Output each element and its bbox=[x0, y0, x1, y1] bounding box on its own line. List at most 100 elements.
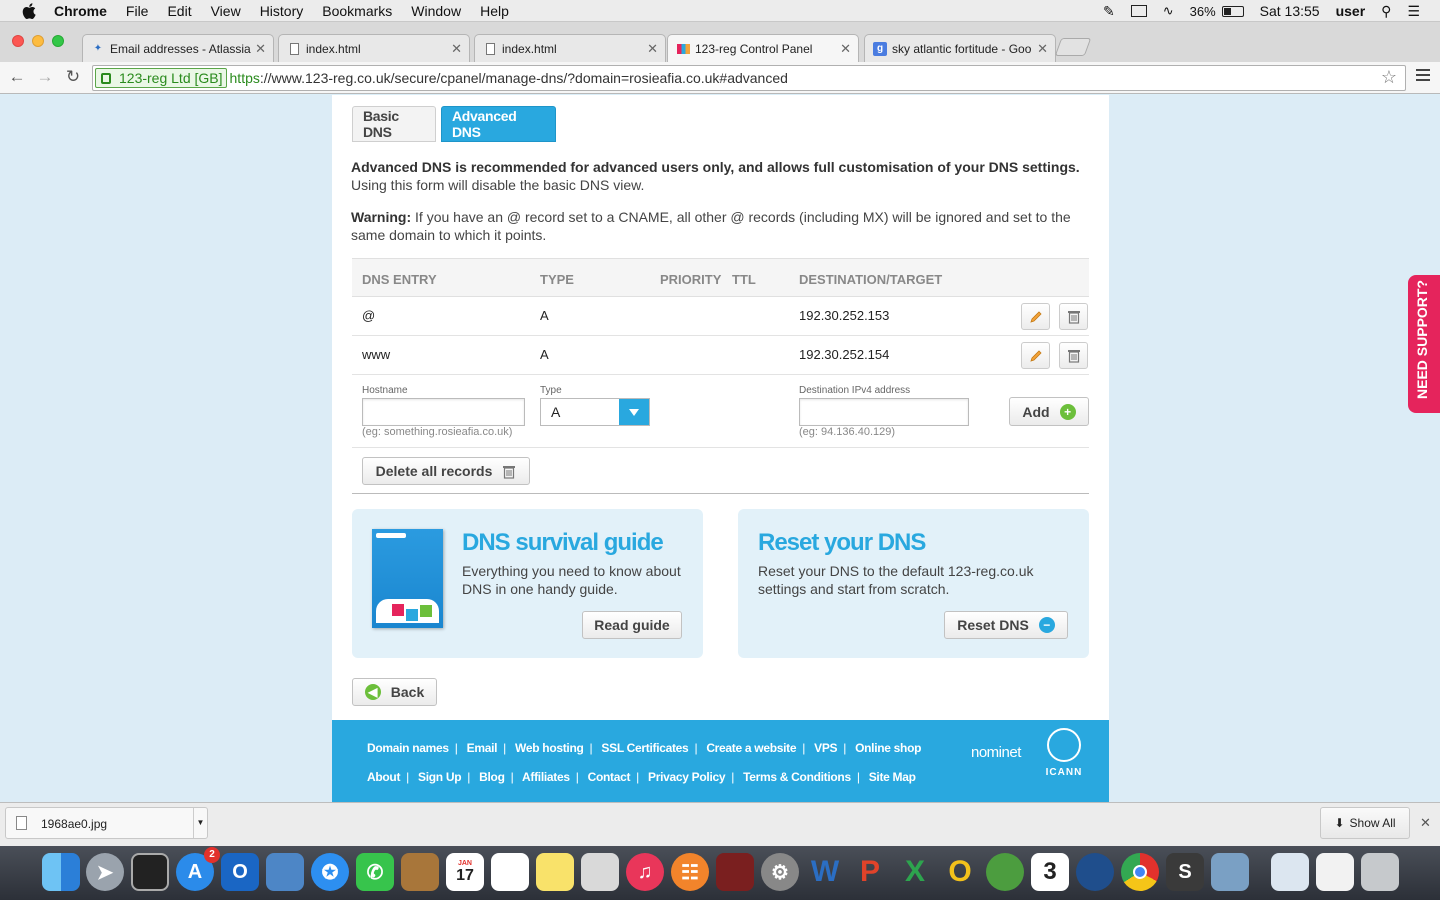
evernote-status-icon[interactable]: ✎ bbox=[1103, 3, 1115, 20]
menu-edit[interactable]: Edit bbox=[167, 3, 191, 19]
system-preferences-icon[interactable]: ⚙ bbox=[761, 853, 799, 891]
safari-icon[interactable]: ✪ bbox=[311, 853, 349, 891]
edit-record-button[interactable] bbox=[1021, 342, 1050, 369]
trash-icon[interactable] bbox=[1361, 853, 1399, 891]
photos-icon[interactable] bbox=[581, 853, 619, 891]
tab-close-icon[interactable]: ✕ bbox=[451, 41, 462, 57]
notes-icon[interactable] bbox=[536, 853, 574, 891]
chrome-icon[interactable] bbox=[1121, 853, 1159, 891]
finder-icon[interactable] bbox=[42, 853, 80, 891]
tab-basic-dns[interactable]: Basic DNS bbox=[352, 106, 436, 142]
tab-index-html-1[interactable]: index.html ✕ bbox=[278, 34, 470, 62]
sublime-text-icon[interactable]: S bbox=[1166, 853, 1204, 891]
airplay-icon[interactable] bbox=[1130, 5, 1147, 17]
apple-menu-icon[interactable] bbox=[22, 2, 36, 19]
activity-monitor-icon[interactable] bbox=[131, 853, 169, 891]
tab-close-icon[interactable]: ✕ bbox=[840, 41, 851, 57]
three-mobile-icon[interactable]: 3 bbox=[1031, 853, 1069, 891]
footer-link[interactable]: Create a website bbox=[706, 741, 796, 755]
footer-link[interactable]: Blog bbox=[479, 770, 505, 784]
bookmark-star-icon[interactable]: ☆ bbox=[1381, 67, 1397, 88]
footer-link[interactable]: Affiliates bbox=[522, 770, 570, 784]
itunes-icon[interactable]: ♫ bbox=[626, 853, 664, 891]
pdf-file-icon[interactable] bbox=[1316, 853, 1354, 891]
read-guide-button[interactable]: Read guide bbox=[582, 611, 682, 639]
add-record-button[interactable]: Add + bbox=[1009, 397, 1089, 426]
footer-link[interactable]: Privacy Policy bbox=[648, 770, 725, 784]
image-capture-icon[interactable] bbox=[1211, 853, 1249, 891]
reminders-icon[interactable] bbox=[491, 853, 529, 891]
tab-google-search[interactable]: g sky atlantic fortitude - Goo ✕ bbox=[864, 34, 1056, 62]
reload-icon[interactable]: ↻ bbox=[62, 66, 84, 88]
delete-record-button[interactable] bbox=[1059, 342, 1088, 369]
footer-link[interactable]: Contact bbox=[588, 770, 631, 784]
documents-folder-icon[interactable] bbox=[1271, 853, 1309, 891]
app-store-icon[interactable]: A 2 bbox=[176, 847, 220, 891]
outlook-icon[interactable]: O bbox=[221, 853, 259, 891]
chevron-down-icon[interactable] bbox=[619, 399, 649, 425]
reset-dns-button[interactable]: Reset DNS − bbox=[944, 611, 1068, 639]
download-item[interactable]: 1968ae0.jpg ▼ bbox=[5, 807, 208, 839]
word-icon[interactable]: W bbox=[806, 853, 844, 891]
battery-percent[interactable]: 36% bbox=[1190, 4, 1216, 19]
forward-arrow-icon[interactable]: → bbox=[34, 66, 56, 88]
type-select[interactable]: A bbox=[540, 398, 650, 426]
wifi-icon[interactable]: ∿ bbox=[1163, 3, 1174, 19]
footer-link[interactable]: Sign Up bbox=[418, 770, 462, 784]
tab-close-icon[interactable]: ✕ bbox=[1037, 41, 1048, 57]
chrome-menu-icon[interactable] bbox=[1416, 69, 1430, 81]
window-minimize-button[interactable] bbox=[32, 35, 44, 47]
back-arrow-icon[interactable]: ← bbox=[6, 66, 28, 88]
ev-certificate-badge[interactable]: 123-reg Ltd [GB] bbox=[95, 68, 227, 88]
powerpoint-icon[interactable]: P bbox=[851, 853, 889, 891]
back-button[interactable]: ◀ Back bbox=[352, 678, 437, 706]
ibooks-icon[interactable]: ☷ bbox=[671, 853, 709, 891]
tab-123reg-control-panel[interactable]: 123-reg Control Panel ✕ bbox=[667, 34, 859, 62]
show-all-downloads-button[interactable]: ⬇ Show All bbox=[1320, 807, 1410, 839]
menu-view[interactable]: View bbox=[211, 3, 241, 19]
need-support-tab[interactable]: NEED SUPPORT? bbox=[1408, 275, 1440, 413]
window-zoom-button[interactable] bbox=[52, 35, 64, 47]
footer-link[interactable]: SSL Certificates bbox=[601, 741, 688, 755]
tab-index-html-2[interactable]: index.html ✕ bbox=[474, 34, 666, 62]
tab-close-icon[interactable]: ✕ bbox=[255, 41, 266, 57]
address-bar[interactable]: 123-reg Ltd [GB] https ://www.123-reg.co… bbox=[92, 65, 1406, 91]
calendar-icon[interactable]: JAN 17 bbox=[446, 853, 484, 891]
close-download-shelf-icon[interactable]: ✕ bbox=[1420, 815, 1431, 831]
notification-center-icon[interactable]: ☰ bbox=[1407, 3, 1420, 20]
photo-booth-icon[interactable] bbox=[716, 853, 754, 891]
preview-icon[interactable] bbox=[266, 853, 304, 891]
facetime-icon[interactable]: ✆ bbox=[356, 853, 394, 891]
delete-record-button[interactable] bbox=[1059, 303, 1088, 330]
menu-window[interactable]: Window bbox=[411, 3, 461, 19]
edit-record-button[interactable] bbox=[1021, 303, 1050, 330]
menu-bookmarks[interactable]: Bookmarks bbox=[322, 3, 392, 19]
footer-link[interactable]: Online shop bbox=[855, 741, 921, 755]
footer-link[interactable]: Site Map bbox=[869, 770, 916, 784]
footer-link[interactable]: VPS bbox=[814, 741, 837, 755]
footer-link[interactable]: Domain names bbox=[367, 741, 449, 755]
footer-link[interactable]: Terms & Conditions bbox=[743, 770, 851, 784]
tab-advanced-dns[interactable]: Advanced DNS bbox=[441, 106, 556, 142]
launchpad-icon[interactable]: ➤ bbox=[86, 853, 124, 891]
menu-help[interactable]: Help bbox=[480, 3, 509, 19]
contacts-icon[interactable] bbox=[401, 853, 439, 891]
tab-close-icon[interactable]: ✕ bbox=[647, 41, 658, 57]
clock[interactable]: Sat 13:55 bbox=[1260, 3, 1320, 19]
new-tab-button[interactable] bbox=[1054, 38, 1092, 56]
delete-all-records-button[interactable]: Delete all records bbox=[362, 457, 530, 485]
migration-assistant-icon[interactable] bbox=[986, 853, 1024, 891]
user-menu[interactable]: user bbox=[1336, 3, 1366, 19]
sourcetree-icon[interactable] bbox=[1076, 853, 1114, 891]
battery-icon[interactable] bbox=[1221, 5, 1244, 17]
footer-link[interactable]: Email bbox=[467, 741, 498, 755]
footer-link[interactable]: Web hosting bbox=[515, 741, 584, 755]
tab-email-addresses[interactable]: ✦ Email addresses - Atlassia ✕ bbox=[82, 34, 274, 62]
excel-icon[interactable]: X bbox=[896, 853, 934, 891]
outlook-ring-icon[interactable]: O bbox=[941, 853, 979, 891]
destination-input[interactable] bbox=[799, 398, 969, 426]
menu-file[interactable]: File bbox=[126, 3, 149, 19]
spotlight-search-icon[interactable]: ⚲ bbox=[1381, 3, 1391, 20]
hostname-input[interactable] bbox=[362, 398, 525, 426]
footer-link[interactable]: About bbox=[367, 770, 400, 784]
